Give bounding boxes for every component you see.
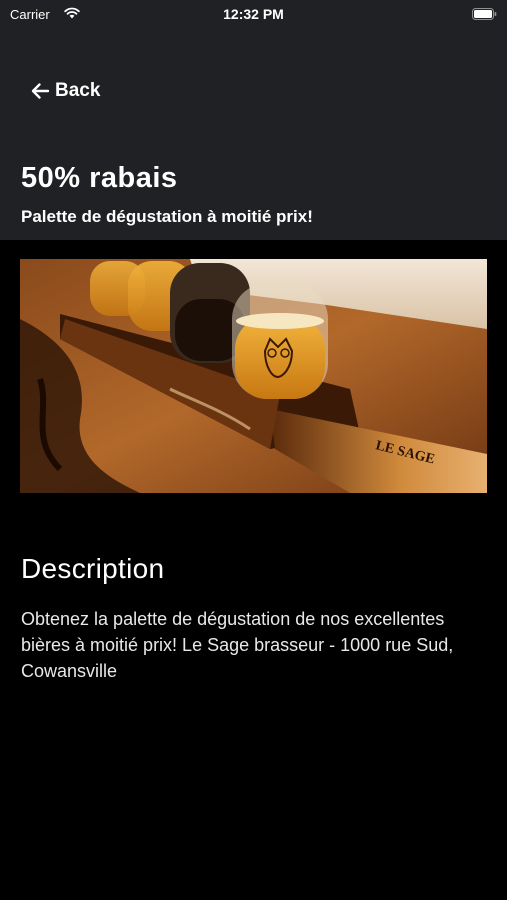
offer-subtitle: Palette de dégustation à moitié prix! <box>21 207 313 226</box>
offer-title: 50% rabais <box>21 162 178 194</box>
description-heading: Description <box>21 553 165 584</box>
description-text: Obtenez la palette de dégustation de nos… <box>21 609 454 681</box>
arrow-left-icon <box>31 83 50 99</box>
status-bar: Carrier 12:32 PM <box>0 0 507 28</box>
header: Carrier 12:32 PM Back 50% rabais Palette… <box>0 0 507 240</box>
beer-flight-image: LE SAGE <box>20 259 487 493</box>
battery-icon <box>472 8 497 20</box>
clock: 12:32 PM <box>223 6 284 22</box>
back-button[interactable]: Back <box>30 78 100 104</box>
offer-photo: LE SAGE <box>20 259 487 493</box>
back-label: Back <box>55 80 101 101</box>
